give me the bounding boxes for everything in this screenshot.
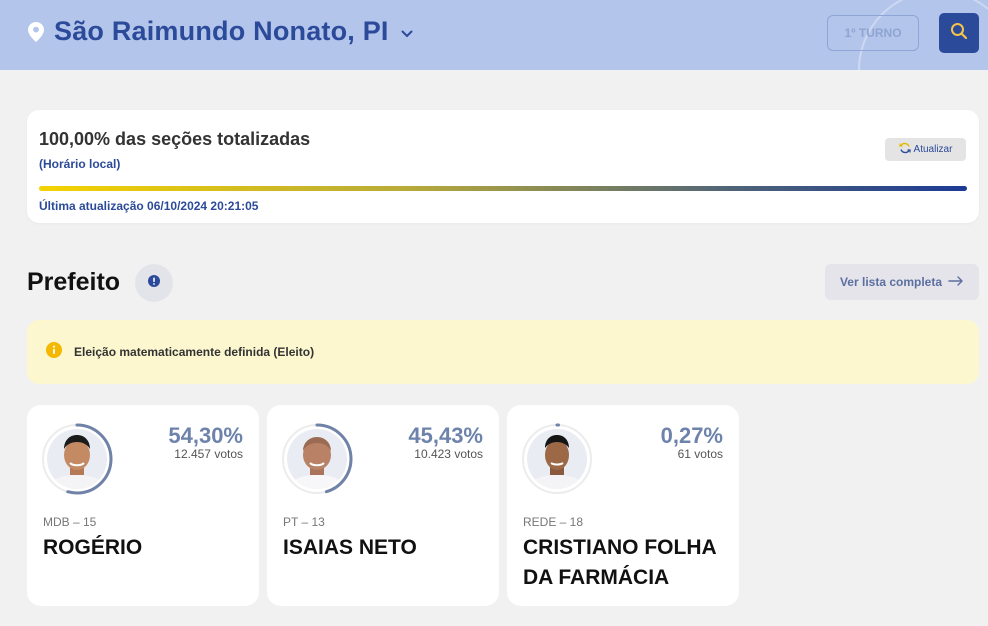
info-icon: [148, 274, 160, 292]
vote-percentage: 0,27%: [660, 423, 723, 448]
refresh-label: Atualizar: [913, 144, 953, 155]
party-number: MDB – 15: [43, 515, 97, 529]
candidate-photo: [277, 419, 357, 499]
arrow-right-icon: [942, 275, 964, 289]
vote-count: 12.457 votos: [174, 447, 243, 461]
progress-fill: [39, 186, 967, 191]
vote-count: 10.423 votos: [414, 447, 483, 461]
party-number: PT – 13: [283, 515, 325, 529]
chevron-down-icon: [401, 30, 413, 38]
alert-text: Eleição matematicamente definida (Eleito…: [74, 345, 315, 359]
vote-count: 61 votos: [677, 447, 723, 461]
section-info-button[interactable]: [135, 264, 173, 302]
totalization-card: 100,00% das seções totalizadas (Horário …: [27, 110, 979, 223]
vote-percentage: 54,30%: [168, 423, 243, 448]
search-button[interactable]: [939, 13, 979, 53]
top-bar: São Raimundo Nonato, PI 1º TURNO: [0, 0, 988, 70]
candidate-card[interactable]: 45,43% 10.423 votos PT – 13 ISAIAS NETO: [267, 405, 499, 606]
candidate-name: ROGÉRIO: [43, 536, 143, 559]
section-title: Prefeito: [27, 268, 121, 296]
full-list-label: Ver lista completa: [839, 275, 943, 289]
city-selector[interactable]: São Raimundo Nonato, PI: [28, 16, 413, 47]
vote-percentage: 45,43%: [408, 423, 483, 448]
info-icon: [46, 341, 62, 363]
city-name: São Raimundo Nonato, PI: [54, 16, 389, 46]
totalization-progress-bar: [39, 186, 967, 191]
candidate-card[interactable]: 54,30% 12.457 votos MDB – 15 ROGÉRIO: [27, 405, 259, 606]
full-list-button[interactable]: Ver lista completa: [825, 264, 979, 300]
local-time-note: (Horário local): [39, 157, 121, 171]
refresh-button[interactable]: Atualizar: [885, 138, 966, 161]
candidate-photo: [517, 419, 597, 499]
totalization-title: 100,00% das seções totalizadas: [39, 129, 311, 149]
alert-banner: Eleição matematicamente definida (Eleito…: [27, 320, 979, 384]
refresh-icon: [898, 142, 911, 157]
map-pin-icon: [28, 21, 44, 42]
party-number: REDE – 18: [523, 515, 584, 529]
candidate-card[interactable]: 0,27% 61 votos REDE – 18 CRISTIANO FOLHA…: [507, 405, 739, 606]
search-icon: [950, 22, 968, 45]
last-update: Última atualização 06/10/2024 20:21:05: [39, 199, 259, 213]
turno-button[interactable]: 1º TURNO: [827, 15, 919, 51]
candidate-name: ISAIAS NETO: [283, 536, 417, 559]
candidate-photo: [37, 419, 117, 499]
candidate-name: CRISTIANO FOLHA DA FARMÁCIA: [523, 536, 716, 589]
